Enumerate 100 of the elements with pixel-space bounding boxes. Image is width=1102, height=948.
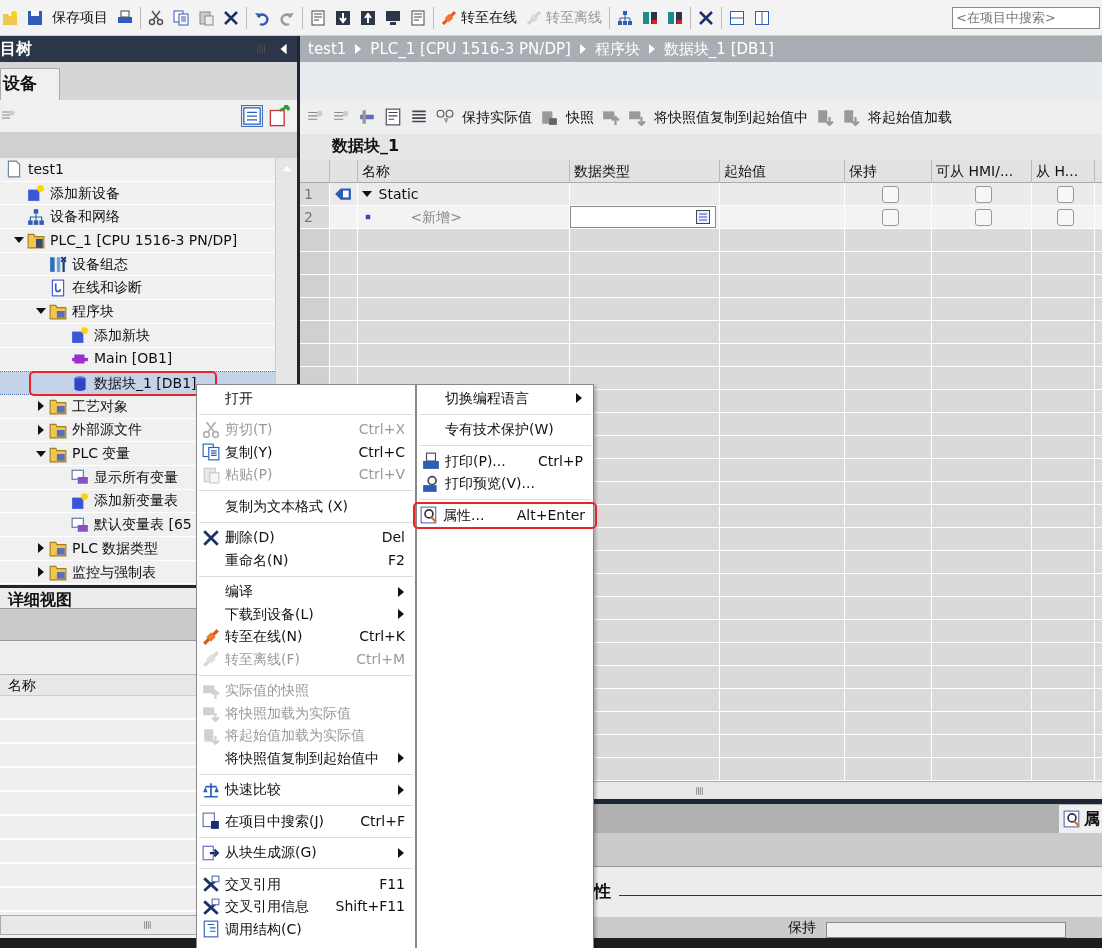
download-icon[interactable] (333, 9, 353, 26)
tree-item[interactable]: 在线和诊断 (0, 276, 275, 301)
edit-icon[interactable] (384, 108, 402, 126)
expand-arrow[interactable] (35, 567, 46, 578)
properties-tab[interactable]: 属 (1059, 805, 1102, 833)
tag-table-icon (71, 468, 89, 487)
column-header[interactable]: 从 H... (1032, 160, 1095, 183)
menu-item[interactable]: 快速比较 (197, 778, 415, 801)
field-label: 保持 (788, 918, 816, 937)
checkbox[interactable] (1056, 185, 1074, 203)
panel-tab[interactable]: 设备 (0, 67, 60, 100)
expand-arrow[interactable] (362, 189, 372, 199)
tree-item[interactable]: 添加新设备 (0, 181, 275, 206)
menu-item[interactable]: 转至在线(N) Ctrl+K (197, 625, 415, 648)
cross-icon (202, 875, 220, 894)
column-header[interactable]: 保持 (845, 160, 932, 183)
menu-item[interactable]: 将快照值复制到起始值中 (197, 747, 415, 770)
split-vertical-icon[interactable] (752, 9, 772, 26)
column-header[interactable]: 数据类型 (570, 160, 720, 183)
column-header[interactable]: 名称 (358, 160, 570, 183)
menu-item[interactable]: 在项目中搜索(J) Ctrl+F (197, 810, 415, 833)
network-icon[interactable] (615, 9, 635, 26)
device-folder-icon (27, 231, 45, 250)
menu-item[interactable]: 专有技术保护(W) (417, 418, 593, 441)
breadcrumb-separator-icon (354, 44, 363, 54)
panel-icon[interactable] (665, 9, 685, 26)
cut-icon[interactable] (146, 9, 166, 26)
menu-item[interactable]: 交叉引用 F11 (197, 873, 415, 896)
copy-icon[interactable] (171, 9, 191, 26)
menu-item[interactable]: 交叉引用信息 Shift+F11 (197, 895, 415, 918)
save-icon[interactable] (25, 9, 45, 26)
row-number: 1 (300, 183, 330, 206)
print-icon[interactable] (115, 9, 135, 26)
checkbox[interactable] (881, 185, 899, 203)
menu-item[interactable]: 打印预览(V)... (417, 472, 593, 495)
toolbar-button[interactable]: 快照 (566, 106, 594, 128)
row-number: 2 (300, 206, 330, 229)
tree-item[interactable]: 程序块 (0, 300, 275, 324)
tree-item[interactable]: 设备组态 (0, 252, 275, 277)
search-field[interactable]: <在项目中搜索> (952, 6, 1100, 29)
list-picker-icon (695, 209, 711, 225)
input-field[interactable] (826, 922, 1066, 938)
tree-item[interactable]: PLC_1 [CPU 1516-3 PN/DP] (0, 229, 275, 253)
delete-icon (202, 528, 220, 547)
menu-item[interactable]: 打印(P)... Ctrl+P (417, 450, 593, 473)
list-view-icon (240, 105, 263, 127)
add-new-icon (71, 491, 89, 510)
tree-item[interactable]: test1 (0, 158, 275, 182)
table-cell-text: Static (378, 184, 419, 204)
struct-icon (334, 185, 352, 203)
column-header (300, 160, 330, 183)
column-header[interactable]: 可从 HMI/... (932, 160, 1032, 183)
expand-arrow[interactable] (35, 424, 46, 435)
monitor-icon[interactable] (383, 9, 403, 26)
checkbox[interactable] (1056, 208, 1074, 226)
delete-icon[interactable] (221, 9, 241, 26)
toolbar-button[interactable]: 将快照值复制到起始值中 (654, 106, 808, 128)
split-horizontal-icon[interactable] (727, 9, 747, 26)
menu-item[interactable]: 切换编程语言 (417, 387, 593, 410)
document-icon[interactable] (408, 9, 428, 26)
print-icon (422, 452, 440, 471)
breadcrumb-separator-icon (578, 44, 587, 54)
expand-arrow[interactable] (35, 543, 46, 554)
upload-icon[interactable] (358, 9, 378, 26)
menu-item[interactable]: 调用结构(C) (197, 918, 415, 941)
checkbox[interactable] (975, 208, 992, 226)
breadcrumb-separator-icon (647, 44, 656, 54)
tree-item[interactable]: 设备和网络 (0, 205, 275, 230)
column-header[interactable]: 起始值 (720, 160, 845, 183)
checkbox[interactable] (881, 208, 899, 226)
database-icon[interactable] (540, 108, 558, 126)
folder-icon (49, 302, 67, 321)
expand-arrow[interactable] (35, 448, 46, 459)
menu-item[interactable]: 属性... Alt+Enter (415, 504, 595, 527)
toolbar-button[interactable]: 保持实际值 (462, 106, 532, 128)
monitor-icon[interactable] (436, 108, 454, 126)
database-icon (202, 726, 220, 745)
table-export-icon (269, 105, 291, 127)
online-icon (441, 9, 457, 26)
search-icon (202, 812, 220, 831)
database-icon (71, 374, 89, 393)
list-icon (202, 920, 220, 939)
tree-item[interactable]: 添加新块 (0, 323, 275, 348)
compile-icon[interactable] (308, 9, 328, 26)
toolbar-button[interactable]: 将起始值加载 (868, 106, 952, 128)
properties-icon (1063, 810, 1081, 828)
toolbar-button[interactable]: 保存项目 (50, 7, 110, 28)
panel-icon[interactable] (640, 9, 660, 26)
snapshot-load-icon (202, 704, 220, 723)
checkbox[interactable] (975, 185, 992, 203)
expand-arrow[interactable] (35, 401, 46, 412)
block-icon[interactable] (358, 108, 376, 126)
cross-icon (202, 897, 220, 916)
paste-icon (202, 465, 220, 484)
close-icon[interactable] (696, 9, 716, 26)
menu-item[interactable]: 从块生成源(G) (197, 841, 415, 864)
device-config-icon (49, 255, 67, 274)
source-icon (202, 843, 220, 862)
toolbar-button[interactable]: 转至在线 (439, 7, 519, 28)
add-new-icon (27, 184, 45, 203)
